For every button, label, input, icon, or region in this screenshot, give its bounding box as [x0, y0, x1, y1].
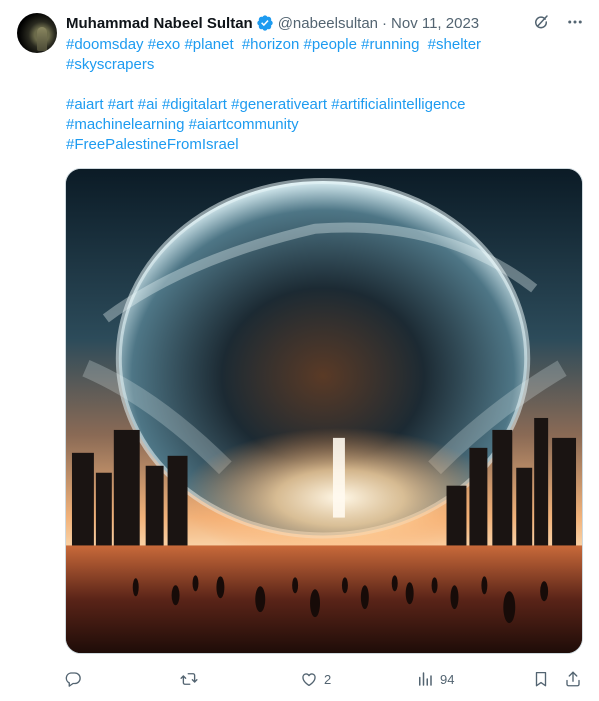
hashtag-planet[interactable]: #planet [184, 36, 233, 53]
hashtag-running[interactable]: #running [361, 36, 419, 53]
reply-icon [65, 672, 81, 687]
views-button[interactable]: 94 [416, 665, 454, 693]
hashtag-aiartcommunity[interactable]: #aiartcommunity [189, 116, 299, 133]
hashtag-machinelearning[interactable]: #machinelearning [66, 116, 184, 133]
share-icon [566, 671, 580, 687]
top-actions [531, 12, 585, 32]
text-line: #aiart #art #ai #digitalart #generativea… [66, 95, 576, 115]
hashtag-ai[interactable]: #ai [138, 96, 158, 113]
like-icon [302, 673, 316, 687]
author-handle[interactable]: @nabeelsultan [278, 15, 378, 32]
hashtag-art[interactable]: #art [108, 96, 134, 113]
grok-icon[interactable] [531, 12, 551, 32]
bookmark-icon [535, 671, 547, 687]
like-count: 2 [324, 671, 332, 687]
post-image[interactable] [65, 168, 583, 654]
hashtag-digitalart[interactable]: #digitalart [162, 96, 227, 113]
views-count: 94 [440, 671, 455, 687]
doomsday-planet-artwork [66, 169, 582, 653]
separator-dot: · [382, 14, 388, 32]
hashtag-skyscrapers[interactable]: #skyscrapers [66, 56, 154, 73]
views-icon [419, 672, 432, 686]
hashtag-aiart[interactable]: #aiart [66, 96, 104, 113]
tweet-header: Muhammad Nabeel Sultan @nabeelsultan · N… [66, 12, 479, 34]
text-line: #skyscrapers [66, 55, 576, 75]
avatar[interactable] [17, 13, 57, 53]
hashtag-freepalestinefromisrael[interactable]: #FreePalestineFromIsrael [66, 136, 239, 153]
author-name[interactable]: Muhammad Nabeel Sultan [66, 15, 253, 32]
action-bar: 2 94 [64, 665, 589, 693]
hashtag-horizon[interactable]: #horizon [242, 36, 300, 53]
hashtag-exo[interactable]: #exo [148, 36, 181, 53]
hashtag-doomsday[interactable]: #doomsday [66, 36, 144, 53]
text-line: #FreePalestineFromIsrael [66, 135, 576, 155]
verified-badge-icon [257, 15, 273, 31]
like-button[interactable]: 2 [300, 665, 331, 693]
repost-icon [180, 673, 198, 685]
tweet-text: #doomsday #exo #planet #horizon #people … [66, 35, 576, 155]
post-date[interactable]: Nov 11, 2023 [391, 15, 479, 32]
text-line: #doomsday #exo #planet #horizon #people … [66, 35, 576, 55]
hashtag-generativeart[interactable]: #generativeart [231, 96, 327, 113]
more-icon[interactable] [565, 12, 585, 32]
hashtag-shelter[interactable]: #shelter [428, 36, 481, 53]
text-line: #machinelearning #aiartcommunity [66, 115, 576, 135]
hashtag-people[interactable]: #people [304, 36, 357, 53]
reply-button[interactable] [64, 665, 88, 693]
bookmark-button[interactable] [532, 665, 550, 693]
hashtag-artificialintelligence[interactable]: #artificialintelligence [331, 96, 465, 113]
share-button[interactable] [564, 665, 582, 693]
repost-button[interactable] [180, 665, 204, 693]
